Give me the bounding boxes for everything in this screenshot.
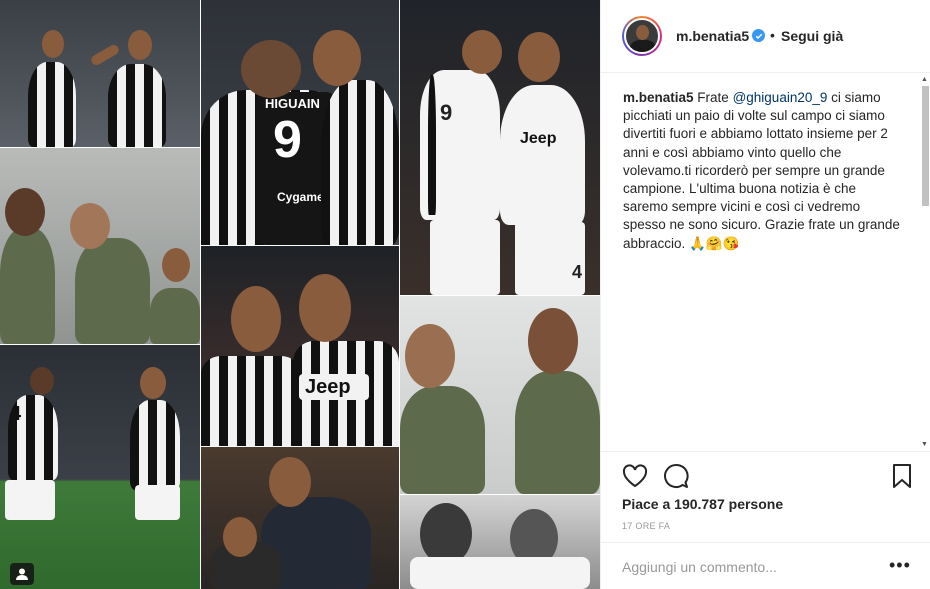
photo-tile-9: [400, 495, 600, 589]
comments-section[interactable]: m.benatia5 Frate @ghiguain20_9 ci siamo …: [601, 74, 930, 450]
shirt-name-text: HIGUAIN: [265, 96, 320, 111]
photo-tile-7: 4 9: [0, 345, 200, 589]
shirt-number-text: 9: [273, 111, 302, 169]
comment-icon[interactable]: [662, 462, 690, 490]
heart-icon[interactable]: [621, 462, 649, 490]
caption-body-text: ci siamo picchiati un paio di volte sul …: [623, 90, 900, 251]
photo-tile-4: [0, 148, 200, 344]
photo-tile-3: 9 Jeep 4: [400, 0, 600, 295]
photo-tile-5: Jeep: [201, 246, 399, 446]
photo-tile-1: [0, 0, 200, 147]
more-options-icon[interactable]: •••: [889, 555, 911, 576]
caption-username[interactable]: m.benatia5: [623, 90, 694, 105]
verified-badge-icon: [752, 29, 765, 42]
sponsor-text-2: Jeep: [520, 130, 557, 147]
following-button[interactable]: Segui già: [781, 28, 843, 44]
post-image-collage[interactable]: HIGUAIN 9 Cygames 9 Jeep 4 Jeep 4: [0, 0, 600, 589]
add-comment-bar: •••: [601, 542, 930, 589]
comment-input[interactable]: [622, 559, 872, 575]
username-link[interactable]: m.benatia5: [676, 28, 749, 44]
likes-count[interactable]: Piace a 190.787 persone: [622, 496, 783, 512]
avatar[interactable]: [622, 16, 662, 56]
avatar-image: [624, 18, 660, 54]
multiple-photos-icon: [10, 563, 34, 585]
shirt-number-text-2: 9: [440, 100, 453, 125]
comments-scrollbar[interactable]: ▲ ▼: [921, 74, 929, 450]
separator-dot: •: [770, 27, 775, 43]
bookmark-icon[interactable]: [888, 462, 916, 490]
scroll-up-arrow-icon[interactable]: ▲: [921, 76, 928, 83]
shirt-number-text-3: 4: [572, 262, 583, 282]
post-actions-bar: [601, 451, 930, 499]
scroll-down-arrow-icon[interactable]: ▼: [921, 441, 928, 448]
photo-tile-6: [400, 296, 600, 494]
post-details-panel: m.benatia5 • Segui già m.benatia5 Frate …: [600, 0, 930, 589]
sponsor-text-3: Jeep: [305, 376, 351, 398]
caption-start-text: Frate: [697, 90, 729, 105]
scrollbar-thumb[interactable]: [922, 86, 929, 206]
shirt-number-text-4: 4: [10, 403, 22, 425]
post-caption: m.benatia5 Frate @ghiguain20_9 ci siamo …: [623, 89, 903, 253]
post-timestamp[interactable]: 17 ORE FA: [622, 521, 670, 531]
photo-tile-8: [201, 447, 399, 589]
post-header: m.benatia5 • Segui già: [601, 0, 930, 73]
photo-tile-2: HIGUAIN 9 Cygames: [201, 0, 399, 245]
caption-mention-link[interactable]: @ghiguain20_9: [733, 90, 828, 105]
